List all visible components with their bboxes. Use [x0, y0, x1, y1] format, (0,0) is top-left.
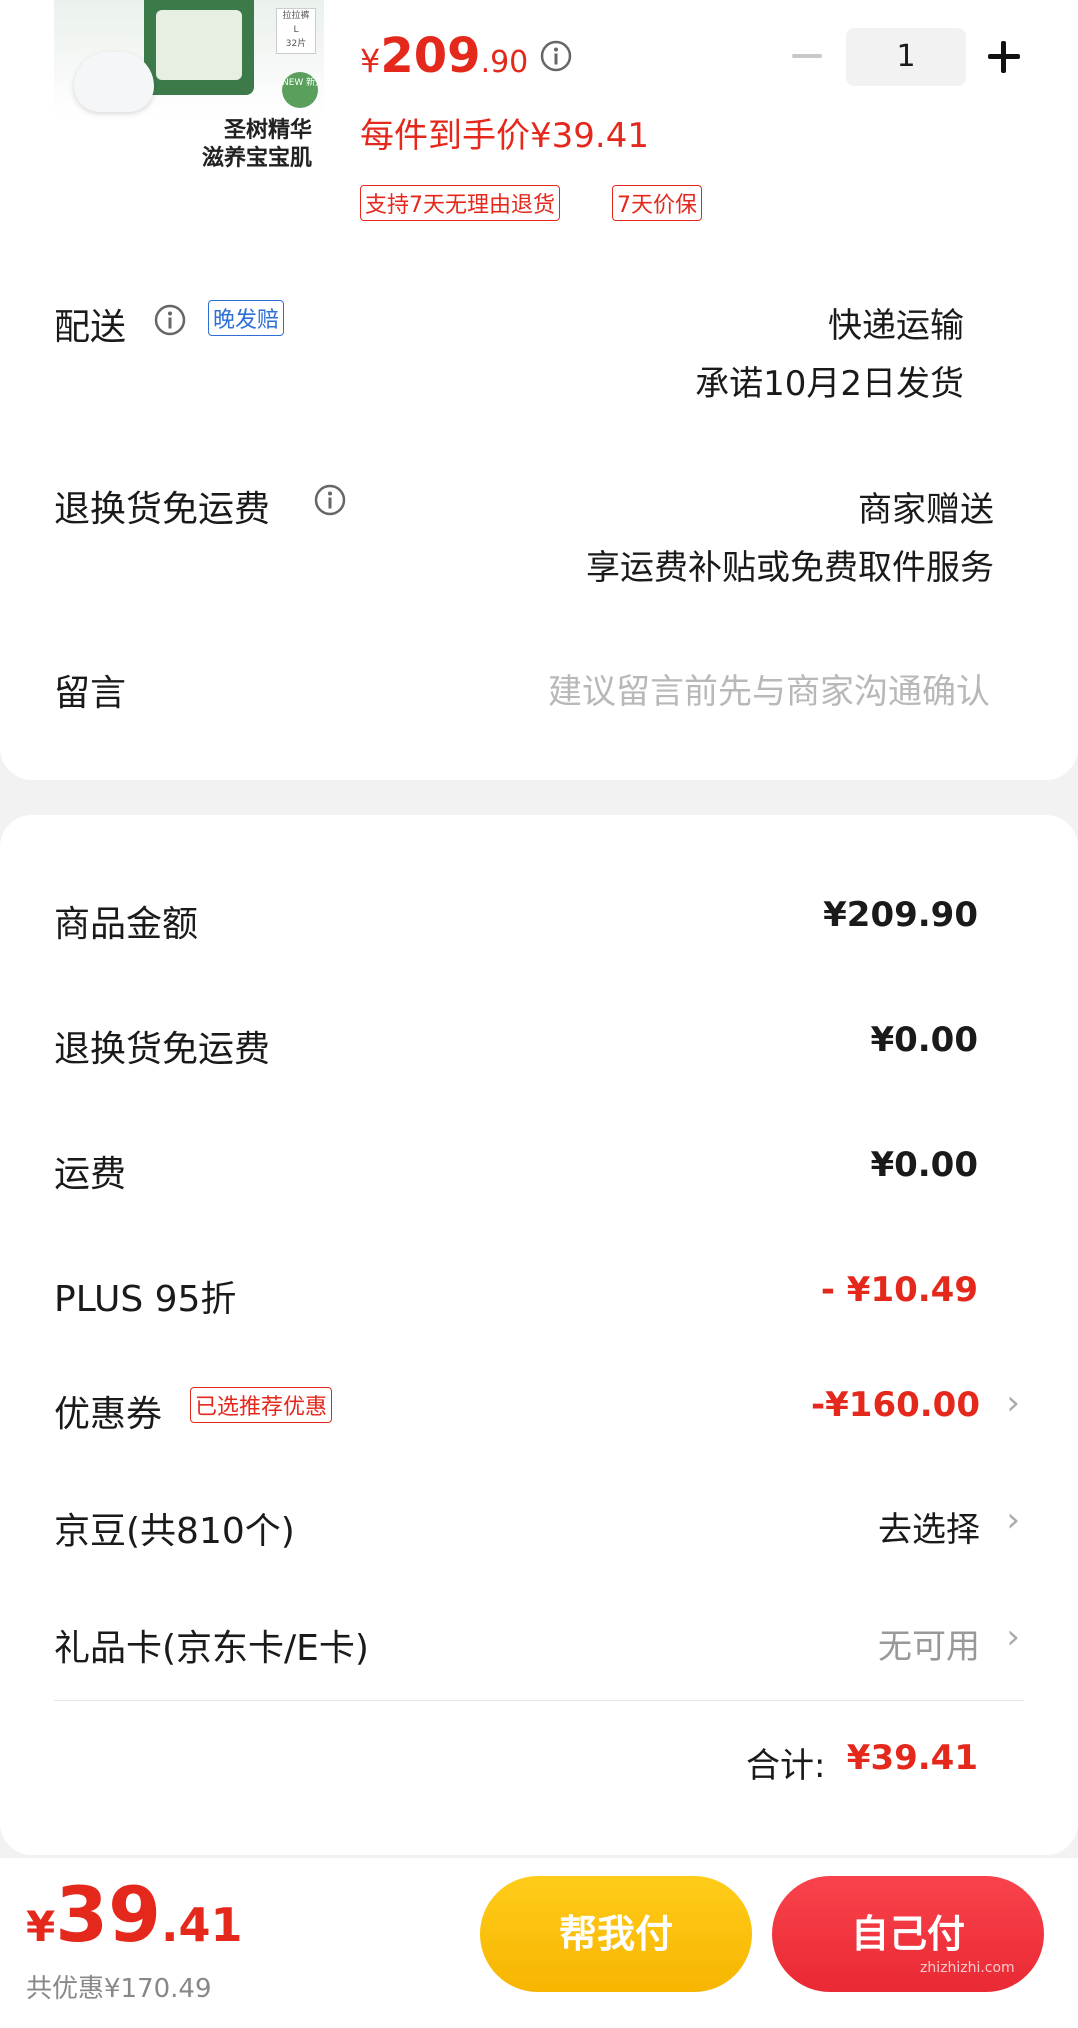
- tag-price-protect: 7天价保: [612, 185, 702, 221]
- return-freight-sub: 享运费补贴或免费取件服务: [586, 548, 994, 588]
- return-freight-value: 商家赠送: [858, 490, 994, 530]
- saved-amount: 共优惠¥170.49: [26, 1974, 212, 2004]
- diaper-graphic: [74, 52, 154, 112]
- delivery-promise: 承诺10月2日发货: [695, 364, 964, 404]
- pay-price: ¥39.41: [26, 1870, 243, 1959]
- chevron-right-icon: ›: [1006, 1617, 1020, 1657]
- product-price: ¥209.90: [360, 28, 529, 84]
- quantity-decrease-button[interactable]: [792, 54, 822, 58]
- help-pay-button[interactable]: 帮我付: [480, 1876, 752, 1992]
- jingdou-label: 京豆(共810个): [54, 1511, 295, 1552]
- image-text-line2: 滋养宝宝肌: [201, 146, 312, 170]
- coupon-label: 优惠券: [54, 1394, 163, 1435]
- jingdou-value: 去选择: [878, 1510, 980, 1550]
- total-value: ¥39.41: [846, 1738, 978, 1778]
- summary-label-return-freight: 退换货免运费: [54, 1029, 271, 1070]
- quantity-input[interactable]: 1: [846, 28, 966, 86]
- delivery-method[interactable]: 快递运输: [828, 298, 964, 347]
- giftcard-row[interactable]: 礼品卡(京东卡/E卡) 无可用 ›: [0, 1597, 1078, 1687]
- package-tag: 拉拉裤 L 32片: [276, 8, 316, 54]
- per-item-price: 每件到手价¥39.41: [360, 116, 649, 156]
- watermark: zhizhizhi.com: [920, 1960, 1015, 1976]
- summary-value-shipping: ¥0.00: [870, 1145, 978, 1185]
- new-badge: NEW 新升级: [282, 72, 324, 108]
- coupon-row[interactable]: 优惠券 已选推荐优惠 -¥160.00 ›: [0, 1363, 1078, 1453]
- summary-label-goods: 商品金额: [54, 904, 199, 945]
- tag-return: 支持7天无理由退货: [360, 185, 560, 221]
- giftcard-value: 无可用: [878, 1627, 980, 1667]
- coupon-value: -¥160.00: [811, 1385, 980, 1425]
- delivery-info-icon[interactable]: [154, 304, 186, 336]
- summary-value-goods: ¥209.90: [823, 895, 978, 935]
- price-info-icon[interactable]: [540, 40, 572, 72]
- total-label: 合计:: [746, 1746, 826, 1786]
- summary-label-plus: PLUS 95折: [54, 1279, 237, 1320]
- return-freight-info-icon[interactable]: [314, 484, 346, 516]
- package-graphic: [144, 0, 254, 95]
- summary-value-return-freight: ¥0.00: [870, 1020, 978, 1060]
- giftcard-label: 礼品卡(京东卡/E卡): [54, 1628, 369, 1669]
- message-input[interactable]: 建议留言前先与商家沟通确认: [548, 664, 990, 713]
- plus-icon: [1001, 41, 1006, 73]
- delivery-label: 配送: [54, 307, 127, 348]
- price-summary-card: 商品金额 ¥209.90 退换货免运费 ¥0.00 运费 ¥0.00 PLUS …: [0, 815, 1078, 1855]
- checkout-bar: ¥39.41 共优惠¥170.49 帮我付 自己付 zhizhizhi.com: [0, 1858, 1078, 2028]
- jingdou-row[interactable]: 京豆(共810个) 去选择 ›: [0, 1480, 1078, 1570]
- summary-value-plus: - ¥10.49: [820, 1270, 978, 1310]
- product-image[interactable]: 拉拉裤 L 32片 NEW 新升级 圣树精华 滋养宝宝肌: [54, 0, 324, 170]
- return-freight-label: 退换货免运费: [54, 489, 271, 530]
- order-item-card: 拉拉裤 L 32片 NEW 新升级 圣树精华 滋养宝宝肌 ¥209.90 1 每…: [0, 0, 1078, 780]
- summary-divider: [54, 1700, 1024, 1701]
- coupon-badge: 已选推荐优惠: [190, 1387, 333, 1423]
- message-label: 留言: [54, 673, 127, 714]
- chevron-right-icon: ›: [1006, 1383, 1020, 1423]
- late-compensation-badge: 晚发赔: [208, 300, 285, 336]
- summary-label-shipping: 运费: [54, 1154, 127, 1195]
- chevron-right-icon: ›: [1006, 1500, 1020, 1540]
